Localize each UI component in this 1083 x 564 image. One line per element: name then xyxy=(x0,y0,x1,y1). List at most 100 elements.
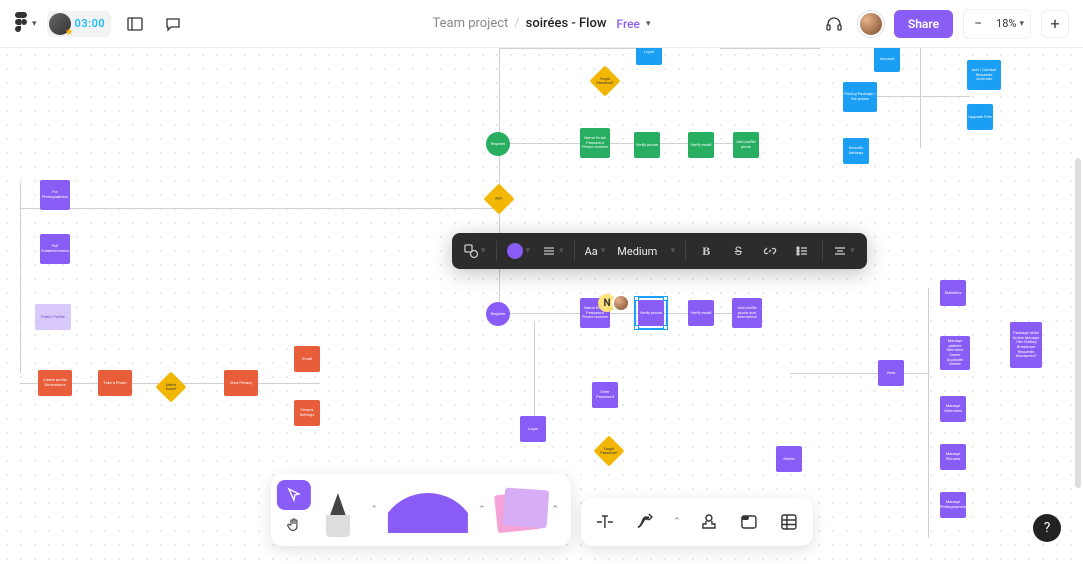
edge xyxy=(790,373,930,374)
node-register-green[interactable]: Register xyxy=(486,132,510,156)
header: ▾ 03:00 Team project / soirées - Flow Fr… xyxy=(0,0,1083,48)
node-name-green[interactable]: Name Email Password Phone number xyxy=(580,128,610,158)
node-create-profile[interactable]: Create profile Dimensions xyxy=(38,370,72,396)
chevron-up-icon[interactable]: ⌃ xyxy=(472,505,492,515)
table-tool-button[interactable] xyxy=(771,504,807,540)
strikethrough-button[interactable]: S xyxy=(724,237,752,265)
font-size-button[interactable]: Aa▾ xyxy=(581,237,610,265)
node-addpp-purple[interactable]: Add profile photo and description xyxy=(732,298,762,328)
chevron-down-icon: ▾ xyxy=(481,246,486,256)
text-tool-button[interactable] xyxy=(587,504,623,540)
breadcrumb[interactable]: Team project / soirées - Flow Free ▾ xyxy=(433,16,651,31)
node-establishments[interactable]: Pull Establishments xyxy=(40,234,70,264)
edge xyxy=(870,96,970,97)
peer-cursor: N xyxy=(598,294,630,312)
node-pricing[interactable]: Pricing Package / the prices xyxy=(843,82,877,112)
main-menu-button[interactable]: ▾ xyxy=(14,12,37,36)
connector-tool-button[interactable] xyxy=(627,504,663,540)
node-forgot2[interactable]: Forgot Password? xyxy=(593,435,624,466)
node-security[interactable]: Security Settings xyxy=(843,138,869,164)
node-addpp-green[interactable]: Add profile photo xyxy=(733,132,759,158)
vertical-scrollbar[interactable] xyxy=(1075,158,1081,488)
timer-value: 03:00 xyxy=(75,17,106,30)
node-public-profile[interactable]: Public Profile xyxy=(35,304,71,330)
shape-menu-button[interactable]: ▾ xyxy=(460,237,490,265)
add-button[interactable]: + xyxy=(1041,10,1069,38)
node-city-purple[interactable]: Enter Password xyxy=(592,382,618,408)
node-view[interactable]: View xyxy=(878,360,904,386)
zoom-value[interactable]: 18%▾ xyxy=(992,17,1028,30)
node-match[interactable]: Match found? xyxy=(155,371,186,402)
layout-icon[interactable] xyxy=(121,10,149,38)
node-package[interactable]: Package skills Online Manage Title Editi… xyxy=(1010,322,1042,368)
node-take-photo[interactable]: Take a Photo xyxy=(98,370,132,396)
node-manage-pictures[interactable]: Manage Pictures xyxy=(940,444,966,470)
avatar-icon xyxy=(49,13,71,35)
edge xyxy=(499,143,500,313)
node-account[interactable]: Account xyxy=(874,48,900,72)
shape-tool-button[interactable] xyxy=(388,487,468,533)
node-manage-photographers[interactable]: Manage Photographers xyxy=(940,492,966,518)
node-verifyphone-purple[interactable]: Verify phone xyxy=(638,300,664,326)
circle-shape-icon xyxy=(388,493,468,533)
fill-color-button[interactable]: ▾ xyxy=(503,237,535,265)
edge xyxy=(20,208,500,209)
plan-badge[interactable]: Free xyxy=(617,17,640,31)
node-auth[interactable]: Auth xyxy=(483,183,514,214)
align-menu-button[interactable]: ▾ xyxy=(829,237,859,265)
stamp-tool-button[interactable] xyxy=(691,504,727,540)
edge xyxy=(499,48,500,132)
edge xyxy=(534,321,535,431)
tool-dock: ⌃ ⌃ ⌃ ⌃ xyxy=(270,474,812,546)
node-forgot-password[interactable]: Forgot Password? xyxy=(589,65,620,96)
share-button[interactable]: Share xyxy=(894,10,953,38)
node-verifyphone-green[interactable]: Verify phone xyxy=(634,132,660,158)
breadcrumb-file[interactable]: soirées - Flow xyxy=(526,16,607,31)
node-verifyemail-purple[interactable]: Verify email xyxy=(688,300,714,326)
chevron-down-icon[interactable]: ▾ xyxy=(646,19,651,29)
chevron-up-icon[interactable]: ⌃ xyxy=(667,517,687,527)
help-button[interactable]: ? xyxy=(1033,514,1061,542)
node-verifyemail-green[interactable]: Verify email xyxy=(688,132,714,158)
move-tool-button[interactable] xyxy=(276,480,310,510)
comment-icon[interactable] xyxy=(159,10,187,38)
chevron-up-icon[interactable]: ⌃ xyxy=(546,505,566,515)
node-privacy-settings[interactable]: Privacy Settings xyxy=(294,400,320,426)
hand-tool-button[interactable] xyxy=(276,510,310,540)
context-toolbar: ▾ ▾ ▾ Aa▾ Medium▾ B S ▾ xyxy=(452,233,867,269)
edge xyxy=(928,288,929,538)
headphones-icon[interactable] xyxy=(820,10,848,38)
node-contact[interactable]: Add / Contact Requests /promote xyxy=(967,60,1001,90)
edge xyxy=(500,313,760,314)
stroke-menu-button[interactable]: ▾ xyxy=(538,237,568,265)
breadcrumb-team[interactable]: Team project xyxy=(433,16,509,31)
list-button[interactable] xyxy=(788,237,816,265)
chevron-down-icon: ▾ xyxy=(32,19,37,29)
app-root: ▾ 03:00 Team project / soirées - Flow Fr… xyxy=(0,0,1083,564)
node-login[interactable]: Login xyxy=(636,48,662,65)
chevron-up-icon[interactable]: ⌃ xyxy=(364,505,384,515)
node-statistics[interactable]: Statistics xyxy=(940,280,966,306)
edge xyxy=(499,48,649,49)
node-view-privacy[interactable]: View Privacy xyxy=(224,370,258,396)
node-manage-gallery[interactable]: Manage gallerie Members Owner Duplicate … xyxy=(940,336,970,370)
node-email[interactable]: Email xyxy=(294,346,320,372)
node-login-purple[interactable]: Login xyxy=(520,416,546,442)
section-tool-button[interactable] xyxy=(731,504,767,540)
timer-widget[interactable]: 03:00 xyxy=(47,11,112,37)
font-weight-select[interactable]: Medium▾ xyxy=(613,237,679,265)
edge xyxy=(20,183,21,373)
edge xyxy=(920,48,921,148)
user-avatar[interactable] xyxy=(858,11,884,37)
zoom-out-button[interactable]: − xyxy=(966,12,990,36)
pencil-tool-button[interactable] xyxy=(314,487,360,533)
node-register-purple[interactable]: Register xyxy=(486,302,510,326)
color-swatch-icon xyxy=(507,243,523,259)
bold-button[interactable]: B xyxy=(692,237,720,265)
sticky-note-button[interactable] xyxy=(496,487,542,533)
node-soiree[interactable]: Soiree xyxy=(776,446,802,472)
node-for-photographers[interactable]: For Photographers xyxy=(40,180,70,210)
node-manage-attendees[interactable]: Manage Attendees xyxy=(940,396,966,422)
link-button[interactable] xyxy=(756,237,784,265)
node-upgrade[interactable]: Upgrade Free xyxy=(967,104,993,130)
